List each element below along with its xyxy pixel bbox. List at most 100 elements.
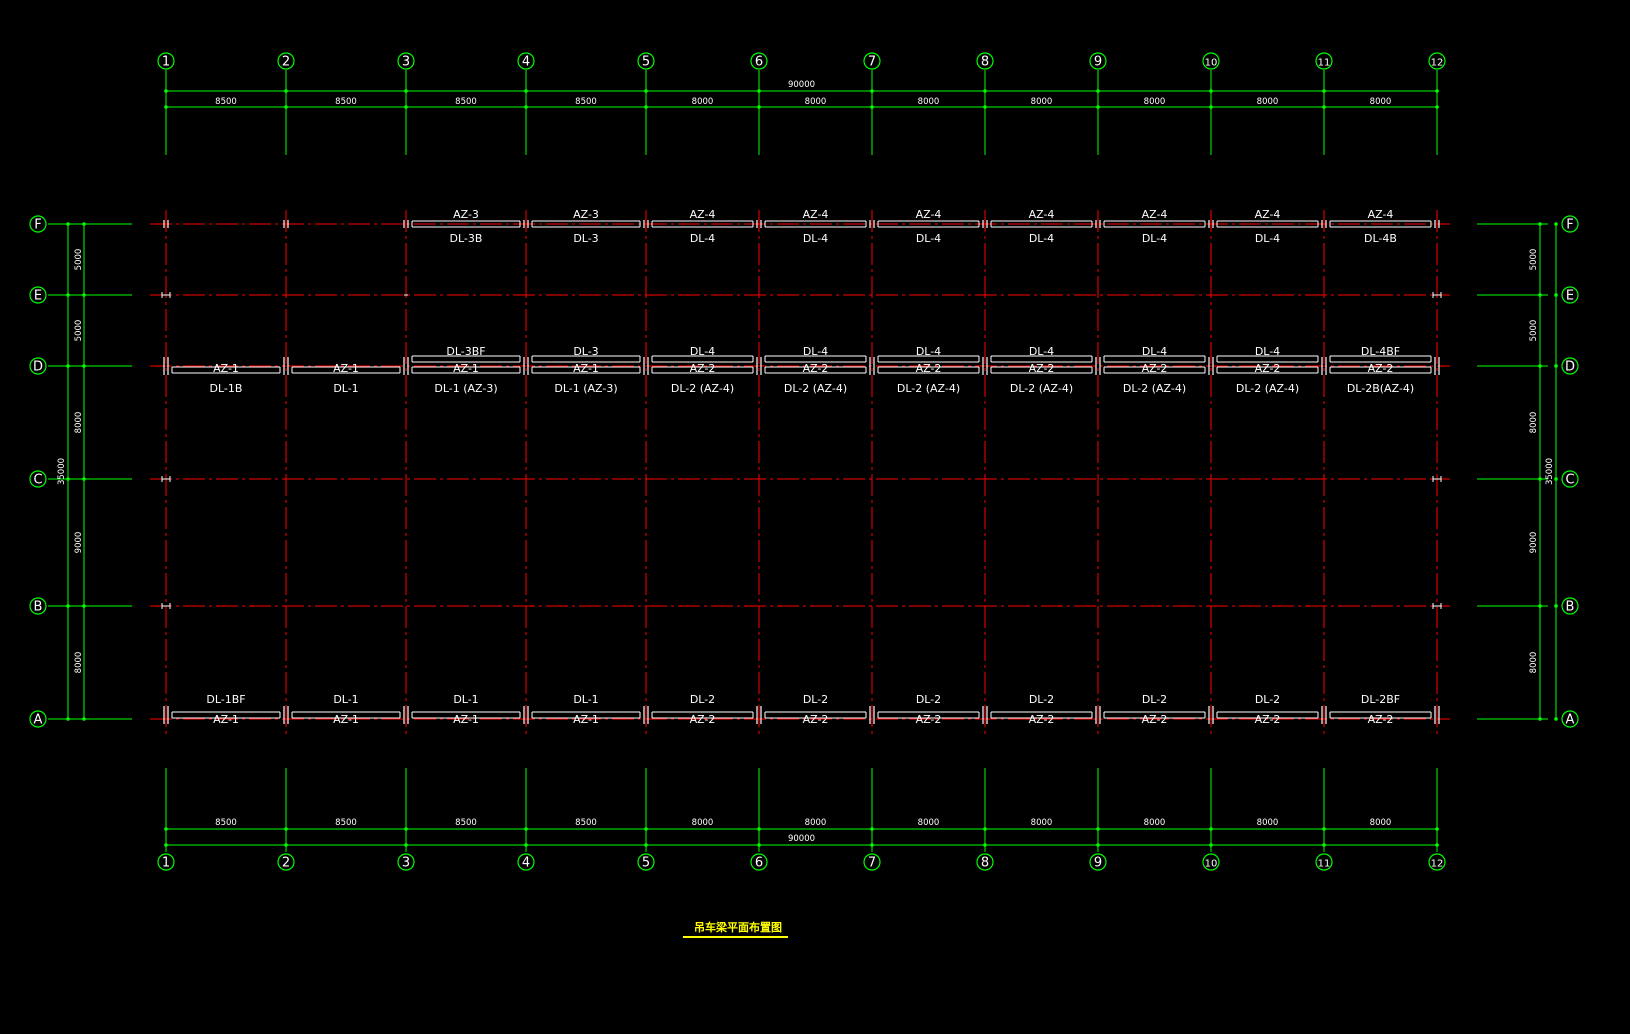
drawing-background xyxy=(0,0,1630,1030)
column-bubble-bottom-11: 11 xyxy=(1318,859,1331,870)
beam-label-A-lower_labels: AZ-2 xyxy=(1029,713,1055,726)
beam-label-D-lower_labels: DL-2 (AZ-4) xyxy=(1236,382,1299,395)
beam-label-F-lower_labels: DL-4 xyxy=(916,232,941,245)
top-bay-span: 8500 xyxy=(575,97,597,107)
beam-label-D-lower_labels: DL-1B xyxy=(210,382,243,395)
row-bubble-left-A: A xyxy=(34,713,43,728)
left-total-width: 35000 xyxy=(57,458,67,485)
top-tick-mark xyxy=(1322,89,1326,93)
column-bubble-bottom-6: 6 xyxy=(755,856,763,871)
top-tick-mark xyxy=(1322,105,1326,109)
top-tick-mark xyxy=(1209,105,1213,109)
top-tick-mark xyxy=(757,89,761,93)
top-tick-mark xyxy=(1096,89,1100,93)
beam-label-F-lower_labels: DL-4 xyxy=(1142,232,1167,245)
beam-label-D-middle_labels: AZ-2 xyxy=(916,362,942,375)
bottom-bay-span: 8000 xyxy=(1144,818,1166,828)
top-tick-mark xyxy=(1435,89,1439,93)
left-tick-mark xyxy=(66,222,70,226)
column-bubble-top-12: 12 xyxy=(1431,58,1444,69)
left-row-span: 5000 xyxy=(74,320,84,342)
beam-label-F-upper_labels: AZ-3 xyxy=(573,208,599,221)
bottom-tick-mark xyxy=(284,843,288,847)
bottom-bay-span: 8000 xyxy=(805,818,827,828)
beam-label-D-lower_labels: DL-2 (AZ-4) xyxy=(671,382,734,395)
beam-label-D-middle_labels: AZ-2 xyxy=(1029,362,1055,375)
column-bubble-top-5: 5 xyxy=(642,55,650,70)
bottom-tick-mark xyxy=(983,827,987,831)
top-tick-mark xyxy=(164,89,168,93)
top-tick-mark xyxy=(983,89,987,93)
row-bubble-left-D: D xyxy=(33,360,43,375)
beam-label-A-upper_labels: DL-2 xyxy=(1255,693,1280,706)
right-tick-mark xyxy=(1554,717,1558,721)
column-bubble-bottom-10: 10 xyxy=(1205,859,1218,870)
column-bubble-bottom-1: 1 xyxy=(162,856,170,871)
column-bubble-top-7: 7 xyxy=(868,55,876,70)
beam-label-D-middle_labels: AZ-1 xyxy=(333,362,359,375)
right-tick-mark xyxy=(1554,293,1558,297)
top-tick-mark xyxy=(644,89,648,93)
left-tick-mark xyxy=(66,717,70,721)
beam-label-F-upper_labels: AZ-3 xyxy=(453,208,479,221)
crane-beam-layout-plan: 90000 8500 8500 8500 8500 8000 8000 8000 8000 800… xyxy=(0,0,1630,1030)
beam-label-F-upper_labels: AZ-4 xyxy=(1029,208,1055,221)
left-tick-mark xyxy=(66,293,70,297)
beam-label-D-upper_labels: DL-4 xyxy=(1029,345,1054,358)
beam-label-A-upper_labels: DL-1BF xyxy=(206,693,245,706)
column-bubble-bottom-4: 4 xyxy=(522,856,530,871)
beam-label-D-lower_labels: DL-2 (AZ-4) xyxy=(897,382,960,395)
bottom-tick-mark xyxy=(164,827,168,831)
left-row-span: 8000 xyxy=(74,412,84,434)
beam-label-F-lower_labels: DL-4 xyxy=(803,232,828,245)
beam-label-D-lower_labels: DL-1 (AZ-3) xyxy=(434,382,497,395)
beam-label-D-upper_labels: DL-4 xyxy=(1255,345,1280,358)
top-tick-mark xyxy=(524,89,528,93)
beam-label-F-lower_labels: DL-4 xyxy=(1029,232,1054,245)
beam-label-A-upper_labels: DL-1 xyxy=(453,693,478,706)
beam-label-F-upper_labels: AZ-4 xyxy=(690,208,716,221)
top-bay-span: 8000 xyxy=(805,97,827,107)
row-bubble-right-A: A xyxy=(1566,713,1575,728)
left-tick-mark xyxy=(82,222,86,226)
left-row-span: 8000 xyxy=(74,652,84,674)
beam-label-A-upper_labels: DL-2 xyxy=(916,693,941,706)
column-bubble-bottom-12: 12 xyxy=(1431,859,1444,870)
right-row-span: 9000 xyxy=(1529,532,1539,554)
bottom-bay-span: 8000 xyxy=(1031,818,1053,828)
column-bubble-top-10: 10 xyxy=(1205,58,1218,69)
top-bay-span: 8500 xyxy=(455,97,477,107)
left-row-span: 5000 xyxy=(74,249,84,271)
right-total-width: 35000 xyxy=(1545,458,1555,485)
bottom-tick-mark xyxy=(164,843,168,847)
bottom-bay-span: 8500 xyxy=(335,818,357,828)
beam-label-D-middle_labels: AZ-2 xyxy=(803,362,829,375)
left-tick-mark xyxy=(82,717,86,721)
beam-label-A-lower_labels: AZ-2 xyxy=(916,713,942,726)
top-tick-mark xyxy=(284,105,288,109)
bottom-bay-span: 8500 xyxy=(455,818,477,828)
top-bay-span: 8000 xyxy=(692,97,714,107)
top-tick-mark xyxy=(870,89,874,93)
beam-label-A-lower_labels: AZ-2 xyxy=(1142,713,1168,726)
beam-label-D-middle_labels: AZ-1 xyxy=(213,362,239,375)
bottom-tick-mark xyxy=(870,843,874,847)
left-tick-mark xyxy=(82,477,86,481)
left-tick-mark xyxy=(66,477,70,481)
column-bubble-bottom-8: 8 xyxy=(981,856,989,871)
top-tick-mark xyxy=(757,105,761,109)
top-tick-mark xyxy=(1435,105,1439,109)
top-bay-span: 8000 xyxy=(1370,97,1392,107)
row-bubble-left-E: E xyxy=(34,289,42,304)
beam-label-D-upper_labels: DL-4 xyxy=(690,345,715,358)
right-tick-mark xyxy=(1554,222,1558,226)
beam-label-D-middle_labels: AZ-1 xyxy=(573,362,599,375)
top-tick-mark xyxy=(644,105,648,109)
bottom-tick-mark xyxy=(524,827,528,831)
top-bay-span: 8500 xyxy=(215,97,237,107)
right-row-span: 5000 xyxy=(1529,320,1539,342)
column-bubble-top-8: 8 xyxy=(981,55,989,70)
row-bubble-right-D: D xyxy=(1565,360,1575,375)
beam-label-D-upper_labels: DL-4 xyxy=(1142,345,1167,358)
column-bubble-bottom-7: 7 xyxy=(868,856,876,871)
